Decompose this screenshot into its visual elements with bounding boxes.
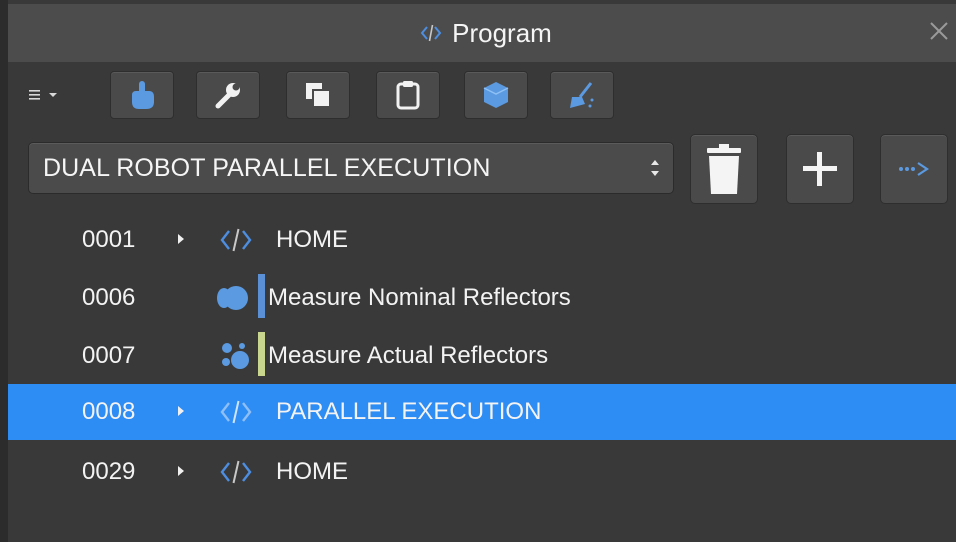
title-group: Program [420, 18, 552, 49]
row-label: HOME [276, 226, 348, 253]
row-number: 0001 [82, 226, 136, 253]
measure-actual-icon [222, 343, 249, 369]
tree-row-selected[interactable]: 0008 PARALLEL EXECUTION [8, 384, 956, 440]
list-menu-icon [29, 90, 40, 100]
run-sequence-button[interactable] [880, 134, 948, 204]
add-program-button[interactable] [786, 134, 854, 204]
code-icon [220, 400, 252, 424]
delete-icon [707, 144, 741, 194]
expand-arrow-icon[interactable] [176, 232, 186, 246]
program-panel: Program DUAL ROBOT PARALLEL EXECUTION 00… [8, 0, 956, 542]
row-number: 0006 [82, 284, 136, 311]
hand-pointer-icon [132, 81, 154, 109]
touch-tool-button[interactable] [110, 71, 174, 119]
tree-row[interactable]: 0006 Measure Nominal Reflectors [8, 270, 956, 326]
run-sequence-icon [899, 162, 929, 176]
measure-nominal-icon [217, 286, 248, 310]
row-label: Measure Nominal Reflectors [268, 284, 571, 311]
delete-program-button[interactable] [690, 134, 758, 204]
toolbar [8, 70, 956, 120]
program-select-value: DUAL ROBOT PARALLEL EXECUTION [43, 154, 491, 182]
row-label: HOME [276, 458, 348, 485]
clipboard-icon [396, 81, 420, 110]
copy-tool-button[interactable] [286, 71, 350, 119]
copy-icon [306, 83, 331, 108]
expand-arrow-icon[interactable] [176, 464, 186, 478]
add-icon [803, 152, 837, 186]
tree-row[interactable]: 0029 HOME [8, 444, 956, 500]
code-icon [420, 24, 442, 42]
title-bar[interactable]: Program [8, 4, 956, 62]
row-color-bar [258, 332, 265, 376]
row-number: 0008 [82, 398, 136, 425]
row-label: Measure Actual Reflectors [268, 342, 549, 369]
row-color-bar [258, 274, 265, 318]
menu-dropdown-button[interactable] [28, 80, 68, 110]
window-title: Program [452, 17, 552, 48]
expand-arrow-icon[interactable] [176, 404, 186, 418]
row-number: 0029 [82, 458, 136, 485]
row-label: PARALLEL EXECUTION [276, 398, 542, 425]
select-spinner-icon [651, 160, 659, 176]
wrench-icon [215, 83, 240, 109]
settings-tool-button[interactable] [196, 71, 260, 119]
program-select[interactable]: DUAL ROBOT PARALLEL EXECUTION [28, 142, 674, 194]
tree-row[interactable]: 0007 Measure Actual Reflectors [8, 328, 956, 384]
object-tool-button[interactable] [464, 71, 528, 119]
clean-tool-button[interactable] [550, 71, 614, 119]
code-icon [220, 228, 252, 252]
row-number: 0007 [82, 342, 136, 369]
code-icon [220, 460, 252, 484]
tree-row[interactable]: 0001 HOME [8, 212, 956, 268]
broom-icon [570, 82, 594, 108]
paste-tool-button[interactable] [376, 71, 440, 119]
close-icon[interactable] [924, 16, 954, 46]
chevron-down-icon [49, 93, 57, 97]
cube-icon [483, 82, 509, 108]
